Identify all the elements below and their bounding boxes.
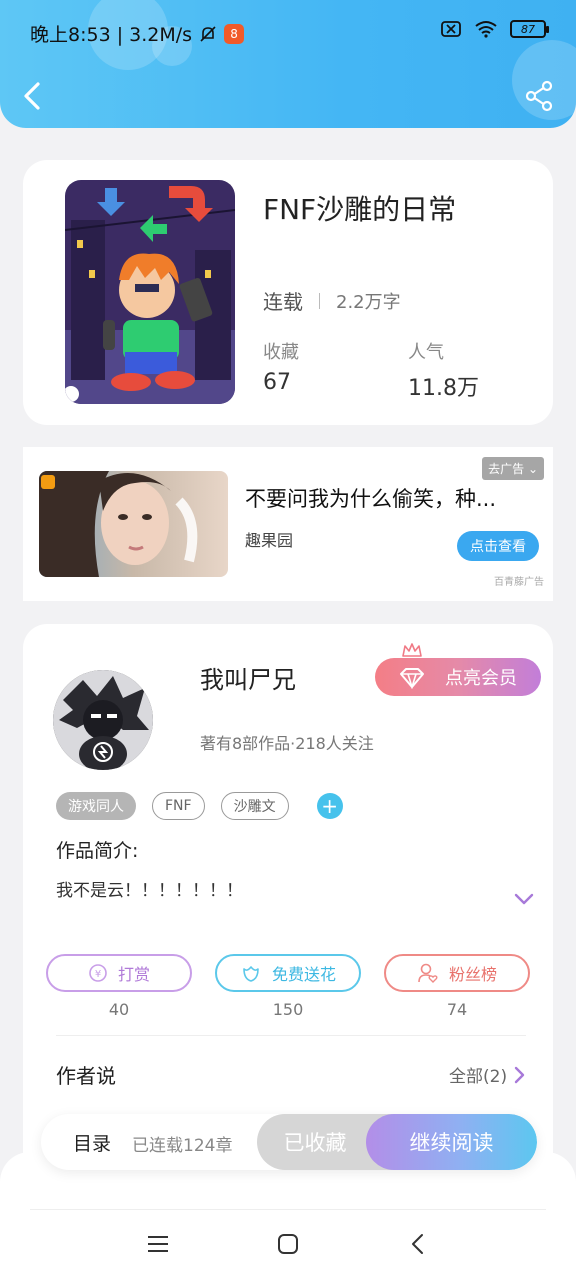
svg-text:¥: ¥ bbox=[95, 969, 101, 980]
menu-icon[interactable] bbox=[146, 1232, 170, 1256]
tag-list: 游戏同人 FNF 沙雕文 + bbox=[56, 792, 343, 820]
ad-banner[interactable]: 不要问我为什么偷笑，种... 趣果园 去广告 ⌄ 点击查看 百青藤广告 bbox=[23, 447, 553, 601]
status-bar: 晚上8:53 | 3.2M/s 8 87 bbox=[30, 20, 549, 48]
system-divider bbox=[30, 1209, 546, 1210]
tag-item[interactable]: FNF bbox=[152, 792, 205, 820]
intro-title: 作品简介: bbox=[56, 840, 139, 862]
author-avatar[interactable] bbox=[53, 670, 153, 770]
app-badge-icon: 8 bbox=[224, 23, 245, 44]
author-says-title: 作者说 bbox=[56, 1064, 116, 1088]
favorites-label: 收藏 bbox=[263, 342, 299, 363]
avatar-art bbox=[53, 670, 153, 770]
expand-chevron-icon[interactable] bbox=[513, 892, 535, 906]
ad-cta-button[interactable]: 点击查看 bbox=[457, 531, 539, 561]
chevron-down-icon: ⌄ bbox=[527, 462, 538, 476]
wifi-icon bbox=[475, 21, 497, 38]
back-icon[interactable] bbox=[18, 78, 50, 114]
fans-rank-button[interactable]: 粉丝榜 bbox=[384, 954, 530, 992]
chevron-right-icon bbox=[514, 1066, 525, 1083]
flower-icon bbox=[243, 966, 259, 982]
bottom-sheet bbox=[0, 1152, 576, 1280]
collected-label: 已收藏 bbox=[283, 1131, 347, 1155]
sim-off-icon bbox=[441, 21, 461, 37]
remove-ad-button[interactable]: 去广告 ⌄ bbox=[482, 457, 544, 480]
separator bbox=[319, 292, 320, 309]
tip-label: 打赏 bbox=[117, 965, 150, 984]
ad-title[interactable]: 不要问我为什么偷笑，种... bbox=[245, 483, 496, 513]
favorites-value: 67 bbox=[263, 370, 291, 395]
user-heart-icon bbox=[418, 963, 438, 983]
intro-text: 我不是云！！！！！！！ bbox=[56, 881, 243, 901]
flower-label: 免费送花 bbox=[271, 965, 336, 984]
tip-count: 40 bbox=[108, 1000, 130, 1019]
nav-back-icon[interactable] bbox=[406, 1232, 430, 1256]
send-flower-button[interactable]: 免费送花 bbox=[215, 954, 361, 992]
author-meta: 著有8部作品·218人关注 bbox=[200, 734, 374, 753]
flower-count: 150 bbox=[272, 1000, 304, 1019]
diamond-icon bbox=[400, 668, 424, 689]
fans-count: 74 bbox=[446, 1000, 468, 1019]
divider bbox=[56, 1035, 526, 1036]
remove-ad-label: 去广告 bbox=[488, 462, 525, 476]
ad-image[interactable] bbox=[39, 471, 228, 577]
popularity-value: 11.8万 bbox=[408, 376, 479, 401]
continue-reading-button[interactable]: 继续阅读 bbox=[366, 1114, 537, 1170]
home-icon[interactable] bbox=[276, 1232, 300, 1256]
ad-provider: 百青藤广告 bbox=[494, 577, 544, 588]
book-cover-art bbox=[65, 180, 235, 404]
crown-icon bbox=[402, 643, 422, 657]
status-time-speed: 晚上8:53 | 3.2M/s bbox=[30, 24, 193, 46]
book-status-row: 连载 2.2万字 bbox=[263, 286, 401, 315]
popularity-label: 人气 bbox=[408, 342, 444, 363]
all-label: 全部(2) bbox=[449, 1067, 508, 1087]
book-word-count: 2.2万字 bbox=[336, 291, 401, 313]
tag-item[interactable]: 游戏同人 bbox=[56, 792, 136, 820]
battery-icon: 87 bbox=[510, 20, 549, 38]
book-cover[interactable] bbox=[65, 180, 235, 404]
coin-icon: ¥ bbox=[89, 964, 107, 982]
add-tag-button[interactable]: + bbox=[316, 793, 343, 819]
book-title: FNF沙雕的日常 bbox=[263, 193, 457, 226]
share-icon[interactable] bbox=[524, 80, 554, 112]
mute-bell-icon bbox=[200, 25, 216, 42]
tag-item[interactable]: 沙雕文 bbox=[220, 792, 289, 820]
author-name[interactable]: 我叫尸兄 bbox=[200, 660, 296, 695]
book-status: 连载 bbox=[263, 290, 303, 314]
book-info-card: FNF沙雕的日常 连载 2.2万字 收藏 67 人气 11.8万 bbox=[23, 160, 553, 425]
vip-label: 点亮会员 bbox=[445, 668, 517, 689]
fans-label: 粉丝榜 bbox=[448, 965, 497, 984]
read-bar: 目录 已连载124章 已收藏 继续阅读 bbox=[41, 1114, 537, 1170]
toc-button[interactable]: 目录 bbox=[73, 1129, 111, 1156]
ad-source: 趣果园 bbox=[245, 531, 294, 550]
header: 晚上8:53 | 3.2M/s 8 87 bbox=[0, 0, 576, 128]
toc-chapter-count[interactable]: 已连载124章 bbox=[132, 1131, 232, 1156]
author-says-all-link[interactable]: 全部(2) bbox=[449, 1062, 525, 1087]
ad-photo bbox=[39, 471, 228, 577]
tip-button[interactable]: ¥ 打赏 bbox=[46, 954, 192, 992]
